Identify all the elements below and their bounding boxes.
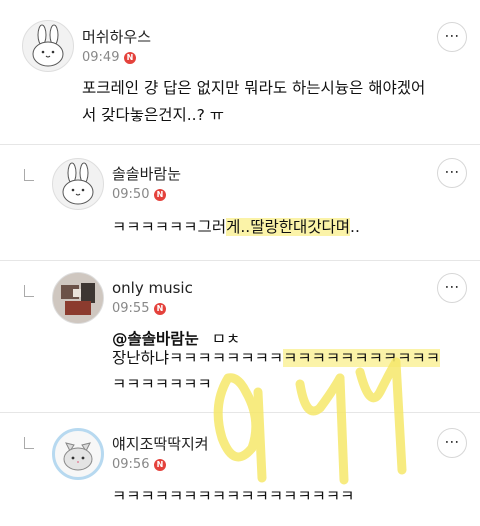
more-button[interactable]: ⋯ <box>437 428 467 458</box>
comment-text-plain: 장난하냐ㅋㅋㅋㅋㅋㅋㅋㅋ <box>112 349 284 367</box>
avatar[interactable] <box>22 20 74 72</box>
comment-text-plain: ㅋㅋㅋㅋㅋㅋ그러 <box>112 218 227 236</box>
nickname[interactable]: only music <box>112 279 193 297</box>
avatar[interactable] <box>52 158 104 210</box>
avatar[interactable] <box>52 428 104 480</box>
comment-text-line: 포크레인 걍 답은 없지만 뭐라도 하는시늉은 해야겠어 <box>82 79 426 97</box>
comment-text-line: 서 갖다놓은건지..? ㅠ <box>82 106 225 124</box>
comment-text-highlight: ㅋㅋㅋㅋㅋㅋㅋㅋㅋㅋㅋ <box>283 349 440 367</box>
reply-item: 솔솔바람눈 09:50 N ⋯ ㅋㅋㅋㅋㅋㅋ그러게..딸랑한대갓다며.. <box>0 145 480 260</box>
comment-text-tail: .. <box>350 218 360 236</box>
more-icon: ⋯ <box>444 277 460 296</box>
more-icon: ⋯ <box>444 162 460 181</box>
new-badge: N <box>154 459 166 471</box>
more-button[interactable]: ⋯ <box>437 273 467 303</box>
reply-item: 얘지조딱딱지켜 09:56 N ⋯ ㅋㅋㅋㅋㅋㅋㅋㅋㅋㅋㅋㅋㅋㅋㅋㅋㅋ <box>0 413 480 526</box>
nickname[interactable]: 머쉬하우스 <box>82 26 151 47</box>
timestamp: 09:56 <box>112 457 150 472</box>
more-button[interactable]: ⋯ <box>437 158 467 188</box>
new-badge: N <box>154 303 166 315</box>
reply-indicator-icon <box>24 437 34 449</box>
comment-text: ㅋㅋㅋㅋㅋㅋㅋㅋㅋㅋㅋㅋㅋㅋㅋㅋㅋ <box>112 487 355 505</box>
timestamp: 09:55 <box>112 301 150 316</box>
bunny-avatar-icon <box>62 162 94 205</box>
nickname[interactable]: 얘지조딱딱지켜 <box>112 433 209 454</box>
avatar[interactable] <box>52 272 104 324</box>
timestamp: 09:49 <box>82 50 120 65</box>
timestamp: 09:50 <box>112 187 150 202</box>
reply-indicator-icon <box>24 285 34 297</box>
more-button[interactable]: ⋯ <box>437 22 467 52</box>
more-icon: ⋯ <box>444 26 460 45</box>
comment-text-line: ㅋㅋㅋㅋㅋㅋㅋ <box>112 375 212 393</box>
more-icon: ⋯ <box>444 432 460 451</box>
comment-text: ㅋㅋㅋㅋㅋㅋ그러게..딸랑한대갓다며.. <box>112 214 360 240</box>
new-badge: N <box>154 189 166 201</box>
photo-avatar-icon <box>53 273 103 323</box>
comment-text-line: 장난하냐ㅋㅋㅋㅋㅋㅋㅋㅋㅋㅋㅋㅋㅋㅋㅋㅋㅋㅋㅋ <box>112 345 440 371</box>
comment-item: 머쉬하우스 09:49 N ⋯ 포크레인 걍 답은 없지만 뭐라도 하는시늉은 … <box>0 0 480 150</box>
bunny-avatar-icon <box>32 24 64 67</box>
new-badge: N <box>124 52 136 64</box>
reply-indicator-icon <box>24 169 34 181</box>
comment-text-highlight: 게..딸랑한대갓다며 <box>226 218 351 236</box>
cat-avatar-icon <box>63 442 93 471</box>
nickname[interactable]: 솔솔바람눈 <box>112 163 181 184</box>
reply-item: only music 09:55 N ⋯ @솔솔바람눈 ㅁㅊ 장난하냐ㅋㅋㅋㅋㅋ… <box>0 261 480 411</box>
